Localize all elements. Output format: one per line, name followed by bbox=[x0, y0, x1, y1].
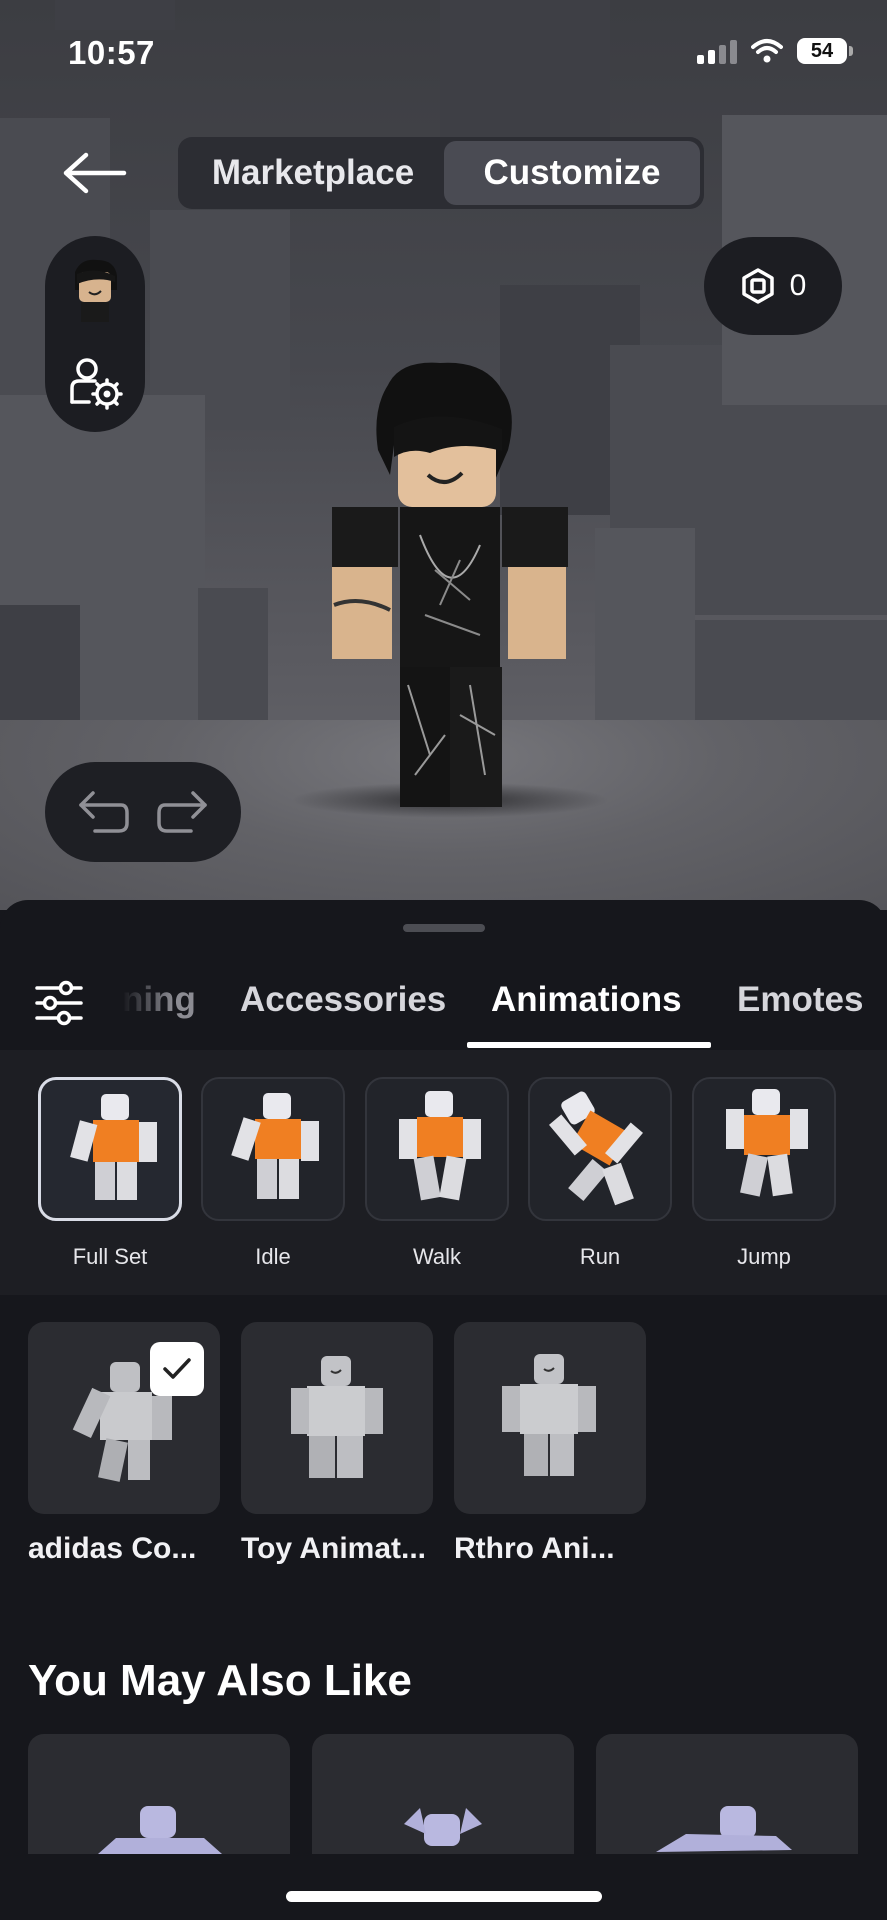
run-label: Run bbox=[579, 1244, 621, 1269]
item-name[interactable]: adidas Co... bbox=[28, 1532, 196, 1566]
equipped-checkmark-icon bbox=[150, 1342, 204, 1396]
full-set-preview bbox=[70, 1094, 157, 1200]
item-card[interactable] bbox=[28, 1322, 220, 1514]
tab-customize[interactable]: Customize bbox=[444, 141, 700, 205]
status-time: 10:57 bbox=[68, 34, 155, 71]
scene-block bbox=[595, 528, 695, 728]
animation-type-idle[interactable] bbox=[201, 1077, 345, 1221]
recommendation-thumbnail bbox=[404, 1808, 482, 1846]
redo-icon[interactable] bbox=[155, 789, 211, 835]
idle-preview bbox=[231, 1093, 319, 1199]
item-card[interactable] bbox=[454, 1322, 646, 1514]
back-arrow-icon[interactable] bbox=[60, 145, 130, 201]
side-tools-pill bbox=[45, 236, 145, 432]
active-tab-indicator bbox=[467, 1042, 711, 1048]
animation-type-run[interactable] bbox=[528, 1077, 672, 1221]
animation-type-full-set[interactable] bbox=[38, 1077, 182, 1221]
robux-balance-button[interactable]: 0 bbox=[704, 237, 842, 335]
wifi-icon bbox=[751, 39, 783, 63]
full-set-label: Full Set bbox=[72, 1244, 148, 1269]
walk-label: Walk bbox=[412, 1244, 462, 1269]
robux-amount: 0 bbox=[789, 269, 807, 302]
scene-block bbox=[0, 605, 80, 735]
idle-label: Idle bbox=[255, 1244, 291, 1269]
undo-icon[interactable] bbox=[75, 789, 131, 835]
run-preview bbox=[549, 1091, 643, 1206]
toy-animation-thumbnail bbox=[291, 1356, 383, 1478]
recommendation-card[interactable] bbox=[596, 1734, 858, 1854]
mode-segmented-control: Marketplace Customize bbox=[178, 137, 704, 209]
tab-accessories[interactable]: Accessories bbox=[240, 980, 446, 1020]
tab-emotes[interactable]: Emotes bbox=[737, 980, 863, 1020]
jump-label: Jump bbox=[737, 1244, 791, 1269]
scene-block bbox=[55, 0, 175, 30]
status-icons: 54 bbox=[697, 38, 853, 64]
recommendation-card[interactable] bbox=[28, 1734, 290, 1854]
recommendations-title: You May Also Like bbox=[28, 1656, 412, 1705]
walk-preview bbox=[399, 1091, 481, 1201]
cellular-signal-icon bbox=[697, 38, 737, 64]
tab-clothing[interactable]: ning bbox=[122, 980, 196, 1020]
bottom-sheet: ning Accessories Animations Emotes Full … bbox=[0, 900, 887, 1920]
animation-type-walk[interactable] bbox=[365, 1077, 509, 1221]
home-indicator bbox=[286, 1891, 602, 1902]
jump-preview bbox=[726, 1089, 808, 1197]
item-name[interactable]: Rthro Ani... bbox=[454, 1532, 615, 1566]
item-card[interactable] bbox=[241, 1322, 433, 1514]
tab-animations[interactable]: Animations bbox=[491, 980, 682, 1020]
category-tabs: ning Accessories Animations Emotes bbox=[0, 960, 887, 1050]
robux-icon bbox=[741, 268, 774, 304]
avatar-settings-icon[interactable] bbox=[67, 354, 125, 410]
tab-marketplace[interactable]: Marketplace bbox=[182, 141, 444, 205]
battery-indicator: 54 bbox=[797, 38, 853, 64]
animation-type-row: Full Set Idle Walk Run Jump bbox=[0, 1050, 887, 1295]
recommendation-card[interactable] bbox=[312, 1734, 574, 1854]
sheet-drag-handle[interactable] bbox=[403, 924, 485, 932]
rthro-animation-thumbnail bbox=[502, 1354, 596, 1476]
scene-block bbox=[198, 588, 268, 728]
recommendation-thumbnail bbox=[98, 1806, 222, 1854]
avatar-character[interactable] bbox=[320, 355, 570, 815]
undo-redo-controls bbox=[45, 762, 241, 862]
avatar-thumbnail[interactable] bbox=[67, 256, 123, 322]
item-name[interactable]: Toy Animat... bbox=[241, 1532, 426, 1566]
filter-sliders-icon[interactable] bbox=[34, 980, 84, 1026]
recommendation-thumbnail bbox=[656, 1806, 792, 1852]
animation-type-jump[interactable] bbox=[692, 1077, 836, 1221]
